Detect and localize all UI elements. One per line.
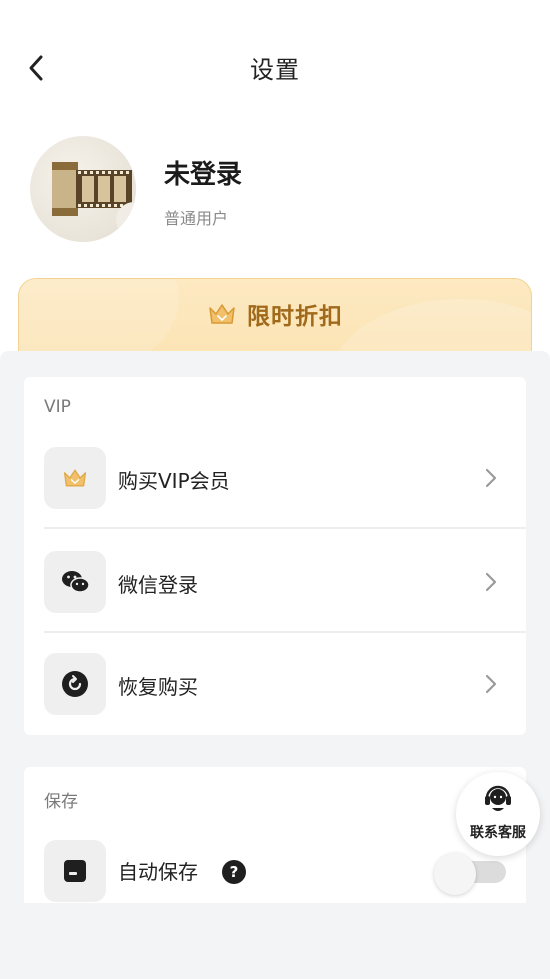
wechat-icon — [62, 571, 90, 593]
page-title: 设置 — [250, 56, 300, 84]
section-title-save: 保存 — [44, 792, 78, 812]
vip-section: VIP 购买VIP会员 微信登录 恢复购买 — [24, 377, 526, 735]
auto-save-toggle[interactable] — [434, 853, 506, 895]
customer-service-label: 联系客服 — [470, 825, 526, 841]
icon-container — [44, 840, 106, 902]
save-section: 保存 自动保存 ? — [24, 767, 526, 903]
restore-icon — [62, 671, 88, 697]
chevron-right-icon — [485, 572, 497, 592]
menu-item-label: 自动保存 — [118, 860, 198, 884]
film-roll-icon — [52, 162, 136, 238]
icon-container — [44, 653, 106, 715]
menu-item-restore-purchase[interactable]: 恢复购买 — [24, 635, 526, 735]
menu-item-wechat-login[interactable]: 微信登录 — [24, 533, 526, 633]
divider — [44, 631, 526, 633]
user-type: 普通用户 — [164, 209, 229, 228]
bottom-area — [0, 903, 550, 979]
icon-container — [44, 447, 106, 509]
menu-item-label: 微信登录 — [118, 573, 198, 597]
promo-label: 限时折扣 — [247, 304, 343, 330]
menu-item-buy-vip[interactable]: 购买VIP会员 — [24, 429, 526, 529]
chevron-right-icon — [485, 674, 497, 694]
help-icon[interactable]: ? — [222, 860, 246, 884]
icon-container — [44, 551, 106, 613]
username[interactable]: 未登录 — [164, 154, 242, 191]
section-title-vip: VIP — [44, 397, 71, 417]
menu-item-label: 购买VIP会员 — [118, 469, 230, 493]
avatar[interactable] — [30, 136, 136, 242]
save-icon — [64, 860, 86, 882]
crown-icon — [209, 304, 235, 324]
toggle-knob — [434, 853, 476, 895]
divider — [44, 527, 526, 529]
menu-item-label: 恢复购买 — [118, 675, 198, 699]
customer-service-button[interactable]: 联系客服 — [456, 772, 540, 856]
top-bar: 设置 — [0, 0, 550, 130]
crown-icon — [63, 469, 87, 487]
headset-icon — [485, 785, 511, 811]
chevron-right-icon — [485, 468, 497, 488]
